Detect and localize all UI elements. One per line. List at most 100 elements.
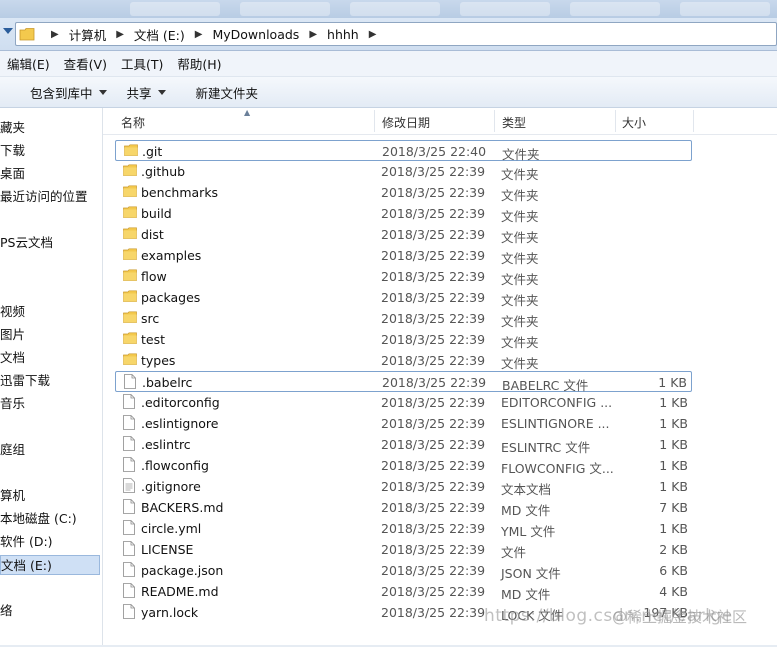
- sidebar-item-network[interactable]: 络: [0, 601, 100, 621]
- breadcrumb-hhhh[interactable]: hhhh ▶: [327, 27, 386, 42]
- share-button[interactable]: 共享: [127, 83, 180, 102]
- file-row[interactable]: .github 2018/3/25 22:39 文件夹: [115, 161, 692, 182]
- file-type: 文件夹: [501, 272, 539, 287]
- file-row[interactable]: packages 2018/3/25 22:39 文件夹: [115, 287, 692, 308]
- sidebar-item-recent-places[interactable]: 最近访问的位置: [0, 187, 100, 207]
- column-header-size[interactable]: 大小: [622, 114, 646, 131]
- folder-icon: [123, 164, 137, 176]
- file-name: yarn.lock: [141, 605, 199, 620]
- sidebar-item-drive-c[interactable]: 本地磁盘 (C:): [0, 509, 100, 529]
- file-date: 2018/3/25 22:39: [381, 353, 486, 368]
- file-type: 文件: [501, 545, 527, 560]
- file-row[interactable]: test 2018/3/25 22:39 文件夹: [115, 329, 692, 350]
- file-row[interactable]: LICENSE 2018/3/25 22:39 文件 2 KB: [115, 539, 692, 560]
- file-row[interactable]: build 2018/3/25 22:39 文件夹: [115, 203, 692, 224]
- file-row[interactable]: .eslintrc 2018/3/25 22:39 ESLINTRC 文件 1 KB: [115, 434, 692, 455]
- address-bar: ▶ 计算机 ▶ 文档 (E:) ▶ MyDownloads ▶ hhhh ▶: [0, 18, 777, 51]
- menu-help[interactable]: 帮助(H): [170, 54, 228, 73]
- column-divider[interactable]: [615, 110, 616, 132]
- tab-ghost[interactable]: [350, 2, 440, 16]
- sidebar-item-desktop[interactable]: 桌面: [0, 164, 100, 184]
- breadcrumb-computer[interactable]: 计算机 ▶: [69, 25, 134, 44]
- file-row[interactable]: package.json 2018/3/25 22:39 JSON 文件 6 KB: [115, 560, 692, 581]
- sidebar-item-computer[interactable]: 算机: [0, 486, 100, 506]
- menu-edit[interactable]: 编辑(E): [0, 54, 57, 73]
- column-header-type[interactable]: 类型: [502, 114, 526, 131]
- file-row[interactable]: README.md 2018/3/25 22:39 MD 文件 4 KB: [115, 581, 692, 602]
- tab-ghost[interactable]: [460, 2, 550, 16]
- file-icon: [123, 499, 135, 514]
- file-date: 2018/3/25 22:39: [381, 479, 486, 494]
- file-date: 2018/3/25 22:39: [381, 332, 486, 347]
- chevron-down-icon: [98, 89, 107, 95]
- file-icon: [123, 457, 135, 472]
- sort-ascending-icon: ▲: [244, 108, 251, 117]
- file-row[interactable]: circle.yml 2018/3/25 22:39 YML 文件 1 KB: [115, 518, 692, 539]
- column-divider[interactable]: [374, 110, 375, 132]
- include-in-library-button[interactable]: 包含到库中: [30, 83, 121, 102]
- file-size: 2 KB: [659, 542, 688, 557]
- sidebar-item-videos[interactable]: 视频: [0, 302, 100, 322]
- file-row[interactable]: flow 2018/3/25 22:39 文件夹: [115, 266, 692, 287]
- tab-ghost[interactable]: [130, 2, 220, 16]
- file-name: .babelrc: [142, 375, 193, 390]
- file-row[interactable]: .flowconfig 2018/3/25 22:39 FLOWCONFIG 文..…: [115, 455, 692, 476]
- file-row[interactable]: .gitignore 2018/3/25 22:39 文本文档 1 KB: [115, 476, 692, 497]
- sidebar-item-drive-e[interactable]: 文档 (E:): [0, 555, 100, 575]
- sidebar-item-xunlei-downloads[interactable]: 迅雷下载: [0, 371, 100, 391]
- sidebar-item-wps-cloud[interactable]: PS云文档: [0, 233, 100, 253]
- sidebar-item-music[interactable]: 音乐: [0, 394, 100, 414]
- column-divider[interactable]: [494, 110, 495, 132]
- menu-tools[interactable]: 工具(T): [114, 54, 170, 73]
- file-name: dist: [141, 227, 164, 242]
- back-dropdown-icon[interactable]: [3, 28, 13, 34]
- sidebar-item-pictures[interactable]: 图片: [0, 325, 100, 345]
- breadcrumb-separator[interactable]: ▶: [309, 29, 317, 40]
- file-row[interactable]: .git 2018/3/25 22:40 文件夹: [115, 140, 692, 162]
- sidebar-item-favorites[interactable]: 藏夹: [0, 118, 100, 138]
- tab-ghost[interactable]: [240, 2, 330, 16]
- breadcrumb-separator[interactable]: ▶: [369, 29, 377, 40]
- file-name: test: [141, 332, 166, 347]
- folder-icon: [123, 290, 137, 302]
- file-icon: [123, 604, 135, 619]
- sidebar-item-homegroup[interactable]: 庭组: [0, 440, 100, 460]
- file-name: src: [141, 311, 160, 326]
- sidebar-item-drive-d[interactable]: 软件 (D:): [0, 532, 100, 552]
- file-row[interactable]: benchmarks 2018/3/25 22:39 文件夹: [115, 182, 692, 203]
- file-name: benchmarks: [141, 185, 219, 200]
- file-row[interactable]: .editorconfig 2018/3/25 22:39 EDITORCONFIG…: [115, 392, 692, 413]
- file-row[interactable]: types 2018/3/25 22:39 文件夹: [115, 350, 692, 371]
- folder-icon: [124, 144, 138, 156]
- file-type: 文件夹: [501, 209, 539, 224]
- breadcrumb-separator[interactable]: ▶: [116, 29, 124, 40]
- file-name: flow: [141, 269, 167, 284]
- file-date: 2018/3/25 22:39: [381, 269, 486, 284]
- breadcrumb-separator[interactable]: ▶: [51, 29, 59, 40]
- file-row[interactable]: .eslintignore 2018/3/25 22:39 ESLINTIGNORE…: [115, 413, 692, 434]
- menu-view[interactable]: 查看(V): [57, 54, 114, 73]
- column-header-name[interactable]: 名称: [121, 114, 145, 131]
- file-row[interactable]: BACKERS.md 2018/3/25 22:39 MD 文件 7 KB: [115, 497, 692, 518]
- file-icon: [123, 520, 135, 535]
- file-row[interactable]: dist 2018/3/25 22:39 文件夹: [115, 224, 692, 245]
- tab-ghost[interactable]: [570, 2, 660, 16]
- tab-ghost[interactable]: [680, 2, 770, 16]
- new-folder-button[interactable]: 新建文件夹: [196, 83, 273, 102]
- file-name: .flowconfig: [141, 458, 209, 473]
- breadcrumb-mydownloads[interactable]: MyDownloads ▶: [212, 27, 327, 42]
- file-row[interactable]: examples 2018/3/25 22:39 文件夹: [115, 245, 692, 266]
- file-size: 4 KB: [659, 584, 688, 599]
- column-divider[interactable]: [693, 110, 694, 132]
- file-row[interactable]: src 2018/3/25 22:39 文件夹: [115, 308, 692, 329]
- column-header-date[interactable]: 修改日期: [382, 114, 430, 131]
- sidebar-item-downloads[interactable]: 下载: [0, 141, 100, 161]
- sidebar-item-documents[interactable]: 文档: [0, 348, 100, 368]
- file-type: 文件夹: [501, 314, 539, 329]
- breadcrumb-separator[interactable]: ▶: [195, 29, 203, 40]
- breadcrumb-drive-e[interactable]: 文档 (E:) ▶: [134, 25, 213, 44]
- file-date: 2018/3/25 22:39: [381, 584, 486, 599]
- file-row[interactable]: .babelrc 2018/3/25 22:39 BABELRC 文件 1 KB: [115, 371, 692, 393]
- breadcrumb[interactable]: ▶ 计算机 ▶ 文档 (E:) ▶ MyDownloads ▶ hhhh ▶: [15, 22, 777, 46]
- folder-icon: [123, 311, 137, 323]
